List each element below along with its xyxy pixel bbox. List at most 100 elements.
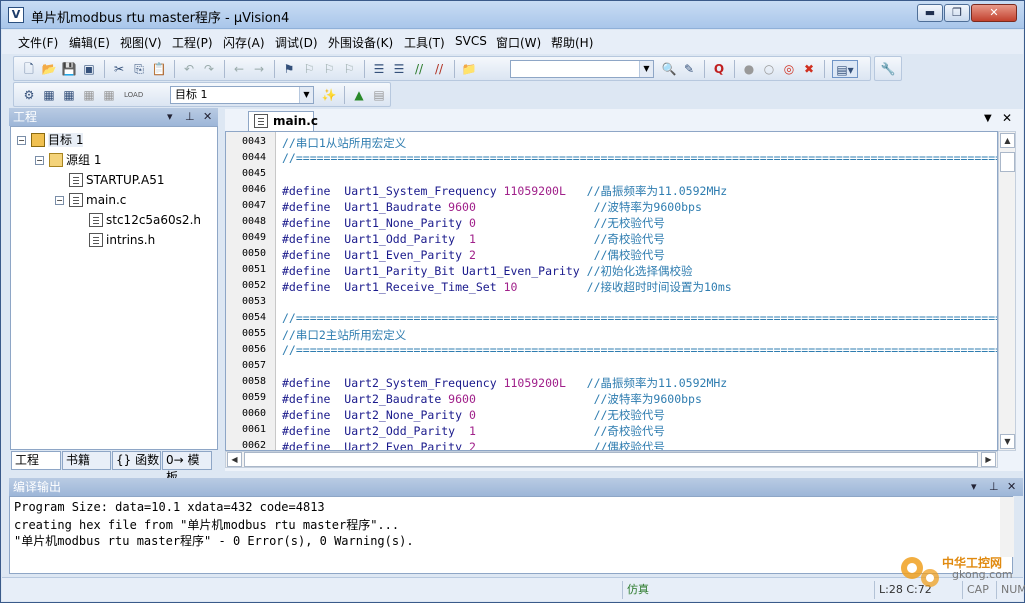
nav-forward-icon[interactable]: → bbox=[250, 60, 268, 78]
scroll-right-icon[interactable]: ▶ bbox=[981, 452, 996, 467]
code-token: //波特率为9600bps bbox=[475, 200, 702, 214]
panel-menu-icon[interactable]: ▾ bbox=[971, 478, 977, 496]
clear-bookmarks-icon[interactable]: ⚐ bbox=[340, 60, 358, 78]
code-token: #define Uart2_None_Parity bbox=[282, 408, 469, 422]
code-token: #define Uart1_Odd_Parity bbox=[282, 232, 469, 246]
disable-breakpoints-icon[interactable]: ◎ bbox=[780, 60, 798, 78]
output-vertical-scrollbar[interactable] bbox=[1000, 497, 1014, 557]
panel-tab-3[interactable]: 0→ 模板 bbox=[162, 451, 212, 484]
stop-build-icon[interactable]: ▦ bbox=[100, 86, 118, 104]
tree-item[interactable]: intrins.h bbox=[89, 231, 155, 249]
download-icon[interactable]: LOAD bbox=[124, 86, 143, 104]
cut-icon[interactable]: ✂ bbox=[110, 60, 128, 78]
window-title: 单片机modbus rtu master程序 - µVision4 bbox=[31, 11, 290, 26]
nav-back-icon[interactable]: ← bbox=[230, 60, 248, 78]
chevron-down-icon[interactable]: ▼ bbox=[639, 61, 653, 77]
bookmark-icon[interactable]: ⚑ bbox=[280, 60, 298, 78]
editor-tabs-menu-icon[interactable]: ▼ bbox=[984, 113, 992, 124]
window-layout-icon[interactable]: ▤▾ bbox=[832, 60, 858, 78]
scroll-left-icon[interactable]: ◀ bbox=[227, 452, 242, 467]
find-icon[interactable]: 🔍 bbox=[660, 60, 678, 78]
find-combo[interactable]: ▼ bbox=[510, 60, 654, 78]
code-token: //偶校验代号 bbox=[475, 248, 665, 262]
panel-pin-icon[interactable]: ⊥ bbox=[989, 478, 999, 496]
code-editor[interactable]: 0043 0044 0045 0046 0047 0048 0049 0050 0051 0052… bbox=[225, 131, 998, 451]
target-options-icon[interactable]: ✨ bbox=[320, 86, 338, 104]
next-bookmark-icon[interactable]: ⚐ bbox=[320, 60, 338, 78]
close-button[interactable]: ✕ bbox=[971, 4, 1017, 22]
target-select-value: 目标 1 bbox=[175, 88, 208, 101]
open-file-icon[interactable]: 📂 bbox=[40, 60, 58, 78]
panel-tab-0[interactable]: 工程 bbox=[11, 451, 61, 470]
target-select[interactable]: 目标 1 ▼ bbox=[170, 86, 314, 104]
insert-breakpoint-icon[interactable]: ● bbox=[740, 60, 758, 78]
batch-build-icon[interactable]: ▦ bbox=[80, 86, 98, 104]
panel-close-icon[interactable]: ✕ bbox=[1007, 478, 1016, 496]
configure-tools-icon[interactable]: 🔧 bbox=[879, 60, 897, 78]
indent-icon[interactable]: ☰ bbox=[370, 60, 388, 78]
code-token: #define Uart1_Receive_Time_Set bbox=[282, 280, 504, 294]
build-output[interactable]: Program Size: data=10.1 xdata=432 code=4… bbox=[9, 496, 1013, 574]
tree-expander-icon[interactable]: − bbox=[55, 196, 64, 205]
panel-tab-2[interactable]: {} 函数 bbox=[112, 451, 161, 470]
panel-menu-icon[interactable]: ▾ bbox=[167, 108, 173, 126]
kill-breakpoints-icon[interactable]: ✖ bbox=[800, 60, 818, 78]
code-token: #define Uart2_Even_Parity bbox=[282, 440, 469, 451]
copy-icon[interactable]: ⎘ bbox=[130, 60, 148, 78]
uncomment-icon[interactable]: // bbox=[430, 60, 448, 78]
minimize-button[interactable]: ▬ bbox=[917, 4, 943, 22]
build-icon[interactable]: ▦ bbox=[40, 86, 58, 104]
tree-expander-icon[interactable]: − bbox=[35, 156, 44, 165]
tree-item[interactable]: STARTUP.A51 bbox=[69, 171, 164, 189]
save-all-icon[interactable]: ▣ bbox=[80, 60, 98, 78]
tab-main-c[interactable]: main.c bbox=[248, 111, 318, 131]
tree-item[interactable]: stc12c5a60s2.h bbox=[89, 211, 201, 229]
prev-bookmark-icon[interactable]: ⚐ bbox=[300, 60, 318, 78]
select-packet-icon[interactable]: ▤ bbox=[370, 86, 388, 104]
menu-debug[interactable]: 调试(D) bbox=[275, 34, 318, 51]
scroll-thumb[interactable] bbox=[244, 452, 978, 467]
new-file-icon[interactable]: 🗋 bbox=[20, 60, 38, 78]
menu-window[interactable]: 窗口(W) bbox=[496, 34, 541, 51]
menu-edit[interactable]: 编辑(E) bbox=[69, 34, 110, 51]
tree-item[interactable]: − main.c bbox=[55, 191, 126, 209]
rebuild-icon[interactable]: ▦ bbox=[60, 86, 78, 104]
redo-icon[interactable]: ↷ bbox=[200, 60, 218, 78]
incremental-find-icon[interactable]: ✎ bbox=[680, 60, 698, 78]
project-panel-header: 工程 ▾ ⊥ ✕ bbox=[9, 108, 218, 126]
manage-components-icon[interactable]: ▲ bbox=[350, 86, 368, 104]
tree-expander-icon[interactable]: − bbox=[17, 136, 26, 145]
find-in-files-icon[interactable]: 📁 bbox=[460, 60, 478, 78]
chevron-down-icon[interactable]: ▼ bbox=[299, 87, 313, 103]
menu-file[interactable]: 文件(F) bbox=[18, 34, 58, 51]
start-debug-icon[interactable]: Q bbox=[710, 60, 728, 78]
menu-svcs[interactable]: SVCS bbox=[455, 34, 487, 48]
editor-vertical-scrollbar[interactable]: ▲ ▼ bbox=[998, 131, 1016, 451]
scroll-up-icon[interactable]: ▲ bbox=[1000, 133, 1015, 148]
panel-close-icon[interactable]: ✕ bbox=[203, 108, 212, 126]
tree-item[interactable]: − 目标 1 bbox=[17, 131, 84, 149]
translate-icon[interactable]: ⚙ bbox=[20, 86, 38, 104]
title-bar[interactable]: V 单片机modbus rtu master程序 - µVision4 ▬ ❐ … bbox=[1, 1, 1024, 29]
scroll-thumb[interactable] bbox=[1000, 152, 1015, 172]
enable-breakpoint-icon[interactable]: ○ bbox=[760, 60, 778, 78]
paste-icon[interactable]: 📋 bbox=[150, 60, 168, 78]
panel-pin-icon[interactable]: ⊥ bbox=[185, 108, 195, 126]
menu-view[interactable]: 视图(V) bbox=[120, 34, 162, 51]
menu-project[interactable]: 工程(P) bbox=[172, 34, 213, 51]
editor-horizontal-scrollbar[interactable]: ◀ ▶ bbox=[225, 451, 998, 468]
menu-peripherals[interactable]: 外围设备(K) bbox=[328, 34, 393, 51]
tree-item[interactable]: − 源组 1 bbox=[35, 151, 101, 169]
editor-close-icon[interactable]: ✕ bbox=[1002, 111, 1012, 125]
line-number: 0051 bbox=[242, 264, 267, 275]
menu-flash[interactable]: 闪存(A) bbox=[223, 34, 265, 51]
panel-tab-1[interactable]: 书籍 bbox=[62, 451, 111, 470]
save-icon[interactable]: 💾 bbox=[60, 60, 78, 78]
maximize-button[interactable]: ❐ bbox=[944, 4, 970, 22]
menu-tools[interactable]: 工具(T) bbox=[404, 34, 445, 51]
scroll-down-icon[interactable]: ▼ bbox=[1000, 434, 1015, 449]
unindent-icon[interactable]: ☰ bbox=[390, 60, 408, 78]
menu-help[interactable]: 帮助(H) bbox=[551, 34, 593, 51]
comment-icon[interactable]: // bbox=[410, 60, 428, 78]
undo-icon[interactable]: ↶ bbox=[180, 60, 198, 78]
